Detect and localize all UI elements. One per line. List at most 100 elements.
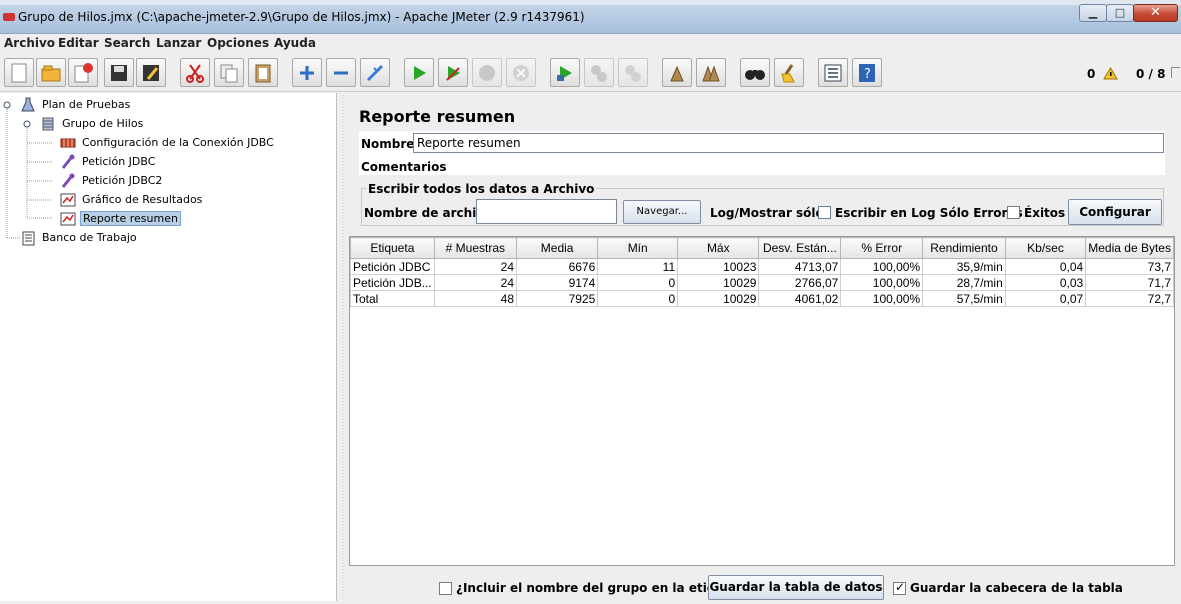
collapse-all-button[interactable] [326,58,356,87]
table-cell: Petición JDBC [350,258,435,275]
copy-button[interactable] [214,58,244,87]
filename-input[interactable] [476,199,617,224]
column-header[interactable]: Media de Bytes [1085,237,1174,259]
table-header-row: Etiqueta # Muestras Media Mín Máx Desv. … [350,237,1174,259]
remote-stop-button[interactable] [584,58,614,87]
remote-shutdown-button[interactable] [618,58,648,87]
include-group-name-checkbox[interactable] [439,582,452,595]
paste-button[interactable] [248,58,278,87]
listener-chart-icon [60,212,76,226]
clear-all-broom-icon [702,65,720,82]
start-button[interactable] [404,58,434,87]
menu-archivo[interactable]: Archivo [4,36,55,50]
cut-button[interactable] [180,58,210,87]
table-cell: 72,7 [1085,290,1174,307]
remote-stop-icon [591,65,607,82]
column-header[interactable]: # Muestras [433,237,518,259]
start-no-pauses-button[interactable] [438,58,468,87]
save-table-header-checkbox[interactable]: ✓ [893,580,906,595]
window-title-bar[interactable]: Grupo de Hilos.jmx (C:\apache-jmeter-2.9… [0,0,1181,34]
new-file-icon [11,63,27,83]
list-icon [824,64,842,82]
column-header[interactable]: Media [515,237,599,259]
configure-button[interactable]: Configurar [1068,199,1162,225]
warning-count-value: 0 [1087,67,1096,81]
shutdown-button[interactable] [506,58,536,87]
folder-open-icon [41,65,61,82]
warning-count[interactable]: 0 [1087,67,1118,81]
column-header[interactable]: Mín [597,237,679,259]
toggle-wand-icon [366,64,384,82]
table-cell: 4061,02 [758,290,842,307]
save-as-button[interactable] [136,58,166,87]
reset-search-button[interactable] [774,58,804,87]
table-cell: 10029 [677,290,760,307]
column-header[interactable]: Etiqueta [350,237,435,259]
stop-icon [479,65,495,81]
jmeter-app-icon [3,13,15,21]
summary-report-panel: Reporte resumen Nombre: Reporte resumen … [349,93,1181,601]
remote-start-button[interactable] [550,58,580,87]
menu-lanzar[interactable]: Lanzar [156,36,201,50]
table-cell: 100,00% [840,274,924,291]
write-to-file-title: Escribir todos los datos a Archivo [366,182,597,196]
log-show-only-label: Log/Mostrar sólo: [710,206,829,220]
column-header[interactable]: Rendimiento [922,237,1006,259]
spool-icon [42,117,54,131]
close-button[interactable]: ✕ [1133,4,1178,22]
config-icon [60,138,76,148]
table-row[interactable]: Total 48 7925 0 10029 4061,02 100,00% 57… [350,290,1174,307]
column-header[interactable]: Kb/sec [1004,237,1087,259]
stop-button[interactable] [472,58,502,87]
open-button[interactable] [36,58,66,87]
table-cell: 10023 [677,258,760,275]
help-button[interactable]: ? [852,58,882,87]
table-row[interactable]: Petición JDBC 24 6676 11 10023 4713,07 1… [350,258,1174,275]
help-icon: ? [859,64,875,82]
toggle-button[interactable] [360,58,390,87]
menu-ayuda[interactable]: Ayuda [274,36,316,50]
save-table-button[interactable]: Guardar la tabla de datos [708,575,884,600]
split-pane-divider[interactable] [337,93,349,601]
table-row[interactable]: Petición JDB... 24 9174 0 10029 2766,07 … [350,274,1174,291]
table-cell: 0 [597,274,679,291]
expand-all-button[interactable] [292,58,322,87]
function-helper-button[interactable] [818,58,848,87]
tree-node-label: Gráfico de Resultados [82,193,203,206]
name-input[interactable]: Reporte resumen [413,133,1164,153]
table-cell: 0,03 [1004,274,1087,291]
menu-search[interactable]: Search [104,36,150,50]
close-plan-button[interactable] [68,58,98,87]
clear-all-button[interactable] [696,58,726,87]
table-cell: 0,04 [1004,258,1087,275]
column-header[interactable]: % Error [840,237,924,259]
successes-checkbox[interactable] [1007,206,1020,219]
binoculars-icon [745,70,765,80]
errors-only-checkbox[interactable] [818,206,831,219]
minimize-button[interactable]: ▁ [1079,4,1107,22]
minus-icon [334,71,348,75]
paste-clipboard-icon [255,64,271,83]
table-cell: Petición JDB... [350,274,435,291]
maximize-button[interactable]: □ [1106,4,1134,22]
pipette-icon [61,154,75,169]
table-cell: 73,7 [1085,258,1174,275]
table-cell: 0 [597,290,679,307]
table-cell: 100,00% [840,290,924,307]
clear-button[interactable] [662,58,692,87]
summary-table: Etiqueta # Muestras Media Mín Máx Desv. … [350,237,1174,307]
column-header[interactable]: Desv. Están... [758,237,842,259]
browse-button[interactable]: Navegar... [623,200,701,224]
table-cell: 24 [433,274,518,291]
tree-node-label: Plan de Pruebas [42,98,131,111]
checkmark-icon: ✓ [895,580,906,594]
menu-editar[interactable]: Editar [58,36,99,50]
new-button[interactable] [4,58,34,87]
search-button[interactable] [740,58,770,87]
save-button[interactable] [104,58,134,87]
tree-node-label: Reporte resumen [80,211,181,226]
splitter-grip [342,95,344,599]
column-header[interactable]: Máx [677,237,760,259]
remote-shutdown-icon [625,65,641,82]
menu-opciones[interactable]: Opciones [207,36,269,50]
